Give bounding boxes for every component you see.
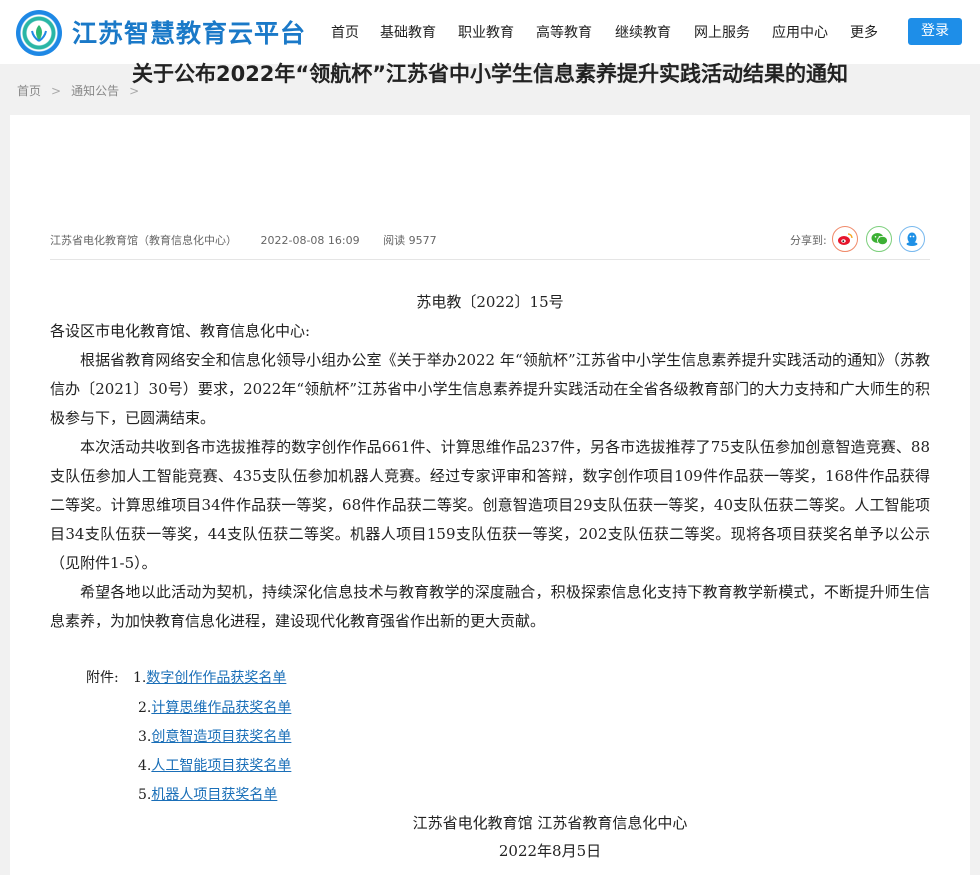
nav-home[interactable]: 首页 — [331, 22, 359, 42]
login-button[interactable]: 登录 — [908, 18, 962, 45]
attachment-item: 5.机器人项目获奖名单 — [138, 784, 277, 804]
qq-icon[interactable] — [899, 226, 925, 252]
attachment-number: 2. — [138, 700, 152, 716]
wechat-icon[interactable] — [866, 226, 892, 252]
nav-app-center[interactable]: 应用中心 — [772, 22, 828, 42]
attachment-link-3[interactable]: 创意智造项目获奖名单 — [151, 729, 291, 745]
paragraph-2: 本次活动共收到各市选拔推荐的数字创作作品661件、计算思维作品237件，另各市选… — [50, 438, 930, 572]
attachments-label: 附件: — [86, 670, 119, 686]
nav-continuing-education[interactable]: 继续教育 — [615, 22, 671, 42]
paragraph-3: 希望各地以此活动为契机，持续深化信息技术与教育教学的深度融合，积极探索信息化支持… — [50, 583, 930, 630]
platform-logo-icon[interactable] — [16, 10, 62, 56]
attachment-link-1[interactable]: 数字创作作品获奖名单 — [146, 670, 286, 686]
attachment-link-4[interactable]: 人工智能项目获奖名单 — [151, 758, 291, 774]
signature: 江苏省电化教育馆 江苏省教育信息化中心 — [412, 814, 688, 832]
attachment-number: 1. — [133, 670, 147, 686]
nav-more[interactable]: 更多 — [850, 22, 878, 42]
attachment-number: 5. — [138, 787, 152, 803]
attachment-number: 3. — [138, 729, 152, 745]
nav-higher-education[interactable]: 高等教育 — [536, 22, 592, 42]
attachment-link-2[interactable]: 计算思维作品获奖名单 — [151, 700, 291, 716]
nav-online-services[interactable]: 网上服务 — [694, 22, 750, 42]
top-header: 江苏智慧教育云平台 首页 基础教育 职业教育 高等教育 继续教育 网上服务 应用… — [0, 0, 980, 64]
attachment-link-5[interactable]: 机器人项目获奖名单 — [151, 787, 277, 803]
article-date: 2022-08-08 16:09 — [260, 234, 360, 247]
article-body: 苏电教〔2022〕15号 各设区市电化教育馆、教育信息化中心: 根据省教育网络安… — [50, 288, 930, 636]
weibo-icon[interactable] — [832, 226, 858, 252]
attachment-number: 4. — [138, 758, 152, 774]
article-title: 关于公布2022年“领航杯”江苏省中小学生信息素养提升实践活动结果的通知 — [131, 62, 849, 86]
doc-number: 苏电教〔2022〕15号 — [416, 293, 564, 311]
article-views: 阅读 9577 — [383, 234, 437, 247]
article-meta: 江苏省电化教育馆（教育信息化中心） 2022-08-08 16:09 阅读 95… — [50, 232, 457, 248]
brand-name[interactable]: 江苏智慧教育云平台 — [72, 14, 306, 50]
sign-date: 2022年8月5日 — [498, 842, 602, 860]
attachment-item: 3.创意智造项目获奖名单 — [138, 726, 291, 746]
attachment-item: 1.数字创作作品获奖名单 — [133, 667, 286, 687]
share-label: 分享到: — [790, 234, 827, 247]
meta-divider — [50, 259, 930, 260]
salutation: 各设区市电化教育馆、教育信息化中心: — [50, 322, 311, 340]
article-source: 江苏省电化教育馆（教育信息化中心） — [50, 234, 237, 247]
nav-basic-education[interactable]: 基础教育 — [380, 22, 436, 42]
attachment-item: 4.人工智能项目获奖名单 — [138, 755, 291, 775]
attachment-item: 2.计算思维作品获奖名单 — [138, 697, 291, 717]
paragraph-1: 根据省教育网络安全和信息化领导小组办公室《关于举办2022 年“领航杯”江苏省中… — [50, 351, 930, 427]
nav-vocational-education[interactable]: 职业教育 — [458, 22, 514, 42]
